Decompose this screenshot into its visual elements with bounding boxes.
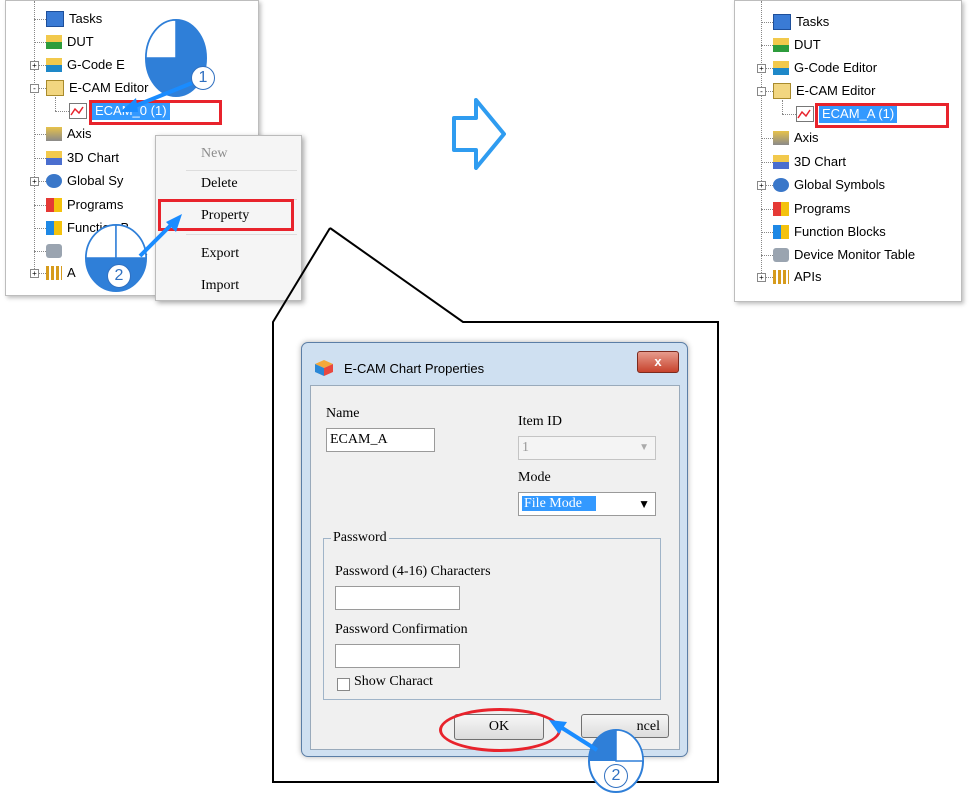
password-label: Password (4-16) Characters bbox=[335, 564, 491, 579]
ecam-editor-icon bbox=[773, 83, 791, 99]
pointer-arrow-icon bbox=[138, 214, 182, 258]
expand-icon[interactable]: + bbox=[757, 181, 766, 190]
pointer-arrow-icon bbox=[120, 81, 193, 112]
step-marker-2: 2 bbox=[604, 764, 628, 788]
password-group-title: Password bbox=[331, 530, 389, 546]
highlight-ok bbox=[439, 708, 561, 752]
apis-icon bbox=[773, 270, 789, 284]
global-symbols-icon bbox=[773, 178, 789, 192]
tree-item-tasks[interactable]: Tasks bbox=[773, 13, 829, 31]
expand-icon[interactable]: + bbox=[30, 177, 39, 186]
tree-item-tasks[interactable]: Tasks bbox=[46, 10, 102, 28]
ecam-editor-icon bbox=[46, 80, 64, 96]
3d-chart-icon bbox=[46, 151, 62, 165]
mode-label: Mode bbox=[518, 470, 551, 485]
ecam-chart-properties-dialog: E-CAM Chart Properties x Name ECAM_A Ite… bbox=[301, 342, 688, 757]
mode-select[interactable]: File Mode ▼ bbox=[518, 492, 656, 516]
menu-item-export[interactable]: Export bbox=[201, 244, 239, 264]
menu-item-new[interactable]: New bbox=[201, 144, 227, 164]
name-label: Name bbox=[326, 406, 360, 421]
ecam-chart-icon bbox=[69, 103, 87, 119]
expand-icon[interactable]: + bbox=[757, 273, 766, 282]
dut-icon bbox=[46, 35, 62, 49]
gcode-editor-icon bbox=[46, 58, 62, 72]
expand-icon[interactable]: + bbox=[30, 269, 39, 278]
right-project-tree: + - + + Tasks DUT G-Code Editor E-CAM Ed… bbox=[734, 0, 962, 302]
apis-icon bbox=[46, 266, 62, 280]
gcode-editor-icon bbox=[773, 61, 789, 75]
global-symbols-icon bbox=[46, 174, 62, 188]
tree-item-gcode-editor[interactable]: G-Code Editor bbox=[773, 59, 877, 77]
tree-item-global-symbols[interactable]: Global Symbols bbox=[773, 176, 885, 194]
tree-item-gcode-editor[interactable]: G-Code E bbox=[46, 56, 125, 74]
show-characters-checkbox[interactable] bbox=[337, 678, 350, 691]
device-monitor-icon bbox=[773, 248, 789, 262]
highlight-ecam-a bbox=[815, 103, 949, 128]
tasks-icon bbox=[773, 14, 791, 30]
close-button[interactable]: x bbox=[637, 351, 679, 373]
password-input[interactable] bbox=[335, 586, 460, 610]
programs-icon bbox=[46, 198, 62, 212]
expand-icon[interactable]: + bbox=[30, 61, 39, 70]
expand-icon[interactable]: + bbox=[757, 64, 766, 73]
tree-item-device-monitor[interactable]: Device Monitor Table bbox=[773, 246, 915, 264]
chart-line-icon bbox=[70, 106, 84, 116]
tree-item-apis[interactable]: APIs bbox=[773, 268, 821, 286]
show-characters-label: Show Charact bbox=[354, 674, 433, 689]
tree-item-apis[interactable]: A bbox=[46, 264, 76, 282]
password-confirm-input[interactable] bbox=[335, 644, 460, 668]
pointer-arrow-icon bbox=[549, 720, 599, 752]
name-input[interactable]: ECAM_A bbox=[326, 428, 435, 452]
tree-item-axis[interactable]: Axis bbox=[773, 129, 819, 147]
tree-item-dut[interactable]: DUT bbox=[773, 36, 821, 54]
menu-item-delete[interactable]: Delete bbox=[201, 174, 238, 194]
programs-icon bbox=[773, 202, 789, 216]
menu-item-import[interactable]: Import bbox=[201, 276, 239, 296]
app-cube-icon bbox=[315, 360, 333, 376]
function-blocks-icon bbox=[46, 221, 62, 235]
tree-item-3d-chart[interactable]: 3D Chart bbox=[773, 153, 846, 171]
tree-item-dut[interactable]: DUT bbox=[46, 33, 94, 51]
function-blocks-icon bbox=[773, 225, 789, 239]
chevron-down-icon[interactable]: ▼ bbox=[638, 493, 650, 515]
device-monitor-icon bbox=[46, 244, 62, 258]
3d-chart-icon bbox=[773, 155, 789, 169]
chart-line-icon bbox=[797, 109, 811, 119]
dut-icon bbox=[773, 38, 789, 52]
transition-arrow-icon bbox=[452, 98, 506, 170]
item-id-label: Item ID bbox=[518, 414, 562, 429]
tree-item-function-blocks[interactable]: Function Blocks bbox=[773, 223, 886, 241]
tree-item-3d-chart[interactable]: 3D Chart bbox=[46, 149, 119, 167]
tasks-icon bbox=[46, 11, 64, 27]
axis-icon bbox=[46, 127, 62, 141]
dialog-title-bar: E-CAM Chart Properties x bbox=[308, 347, 681, 385]
ecam-chart-icon bbox=[796, 106, 814, 122]
tree-item-global-symbols[interactable]: Global Sy bbox=[46, 172, 123, 190]
collapse-icon[interactable]: - bbox=[757, 87, 766, 96]
tree-item-programs[interactable]: Programs bbox=[46, 196, 123, 214]
tree-item-axis[interactable]: Axis bbox=[46, 125, 92, 143]
collapse-icon[interactable]: - bbox=[30, 84, 39, 93]
step-marker-2: 2 bbox=[107, 264, 131, 288]
axis-icon bbox=[773, 131, 789, 145]
dialog-body: Name ECAM_A Item ID 1 ▼ Mode File Mode ▼… bbox=[310, 385, 680, 750]
item-id-select: 1 ▼ bbox=[518, 436, 656, 460]
tree-item-ecam-editor[interactable]: E-CAM Editor bbox=[773, 82, 875, 100]
tree-item-programs[interactable]: Programs bbox=[773, 200, 850, 218]
chevron-down-icon: ▼ bbox=[639, 442, 649, 453]
dialog-title: E-CAM Chart Properties bbox=[344, 361, 485, 376]
password-confirm-label: Password Confirmation bbox=[335, 622, 468, 637]
